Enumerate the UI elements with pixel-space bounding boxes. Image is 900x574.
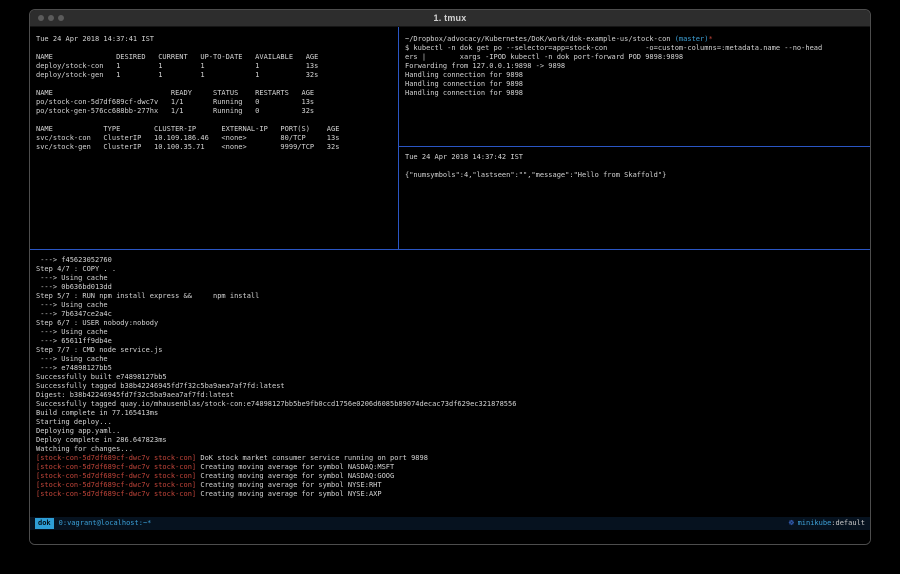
session-name-badge: dok — [35, 518, 54, 529]
terminal-line: [stock-con-5d7df689cf-dwc7v stock-con] D… — [36, 454, 870, 463]
tmux-terminal: Tue 24 Apr 2018 14:37:41 IST NAME DESIRE… — [30, 27, 870, 544]
terminal-line: Tue 24 Apr 2018 14:37:42 IST — [405, 153, 870, 162]
terminal-line: Starting deploy... — [36, 418, 870, 427]
terminal-line: Deploy complete in 286.647823ms — [36, 436, 870, 445]
close-button[interactable] — [38, 15, 44, 21]
terminal-line: [stock-con-5d7df689cf-dwc7v stock-con] C… — [36, 490, 870, 499]
top-pane-row: Tue 24 Apr 2018 14:37:41 IST NAME DESIRE… — [30, 27, 870, 249]
terminal-text: Creating moving average for symbol NYSE:… — [196, 490, 381, 498]
terminal-line: $ kubectl -n dok get po --selector=app=s… — [405, 44, 870, 53]
terminal-line: ---> 0b636bd013dd — [36, 283, 870, 292]
terminal-line — [36, 44, 398, 53]
terminal-line: svc/stock-con ClusterIP 10.109.186.46 <n… — [36, 134, 398, 143]
zoom-button[interactable] — [58, 15, 64, 21]
window-controls — [38, 10, 64, 26]
terminal-line: Forwarding from 127.0.0.1:9898 -> 9898 — [405, 62, 870, 71]
window-title: 1. tmux — [434, 13, 467, 23]
terminal-line: Successfully tagged quay.io/mhausenblas/… — [36, 400, 870, 409]
pane-build-log[interactable]: ---> f45623052760Step 4/7 : COPY . . ---… — [30, 250, 870, 517]
terminal-window: 1. tmux Tue 24 Apr 2018 14:37:41 IST NAM… — [29, 9, 871, 545]
terminal-line: Handling connection for 9898 — [405, 80, 870, 89]
pod-log-prefix: [stock-con-5d7df689cf-dwc7v stock-con] — [36, 481, 196, 489]
terminal-line: [stock-con-5d7df689cf-dwc7v stock-con] C… — [36, 481, 870, 490]
terminal-line: {"numsymbols":4,"lastseen":"","message":… — [405, 171, 870, 180]
terminal-line: ---> 65611ff9db4e — [36, 337, 870, 346]
terminal-line: ~/Dropbox/advocacy/Kubernetes/DoK/work/d… — [405, 35, 870, 44]
pod-log-prefix: [stock-con-5d7df689cf-dwc7v stock-con] — [36, 454, 196, 462]
terminal-line: deploy/stock-gen 1 1 1 1 32s — [36, 71, 398, 80]
terminal-line: ---> Using cache — [36, 328, 870, 337]
status-bar-gap — [30, 530, 870, 544]
terminal-line: po/stock-con-5d7df689cf-dwc7v 1/1 Runnin… — [36, 98, 398, 107]
window-tab-label[interactable]: 0:vagrant@localhost:~* — [59, 517, 152, 530]
titlebar[interactable]: 1. tmux — [30, 10, 870, 27]
terminal-line: po/stock-gen-576cc688bb-277hx 1/1 Runnin… — [36, 107, 398, 116]
pane-skaffold-output[interactable]: Tue 24 Apr 2018 14:37:42 IST {"numsymbol… — [399, 147, 870, 249]
terminal-line: Tue 24 Apr 2018 14:37:41 IST — [36, 35, 398, 44]
pod-log-prefix: [stock-con-5d7df689cf-dwc7v stock-con] — [36, 490, 196, 498]
terminal-line: NAME TYPE CLUSTER-IP EXTERNAL-IP PORT(S)… — [36, 125, 398, 134]
terminal-line: NAME DESIRED CURRENT UP-TO-DATE AVAILABL… — [36, 53, 398, 62]
terminal-line: ---> Using cache — [36, 355, 870, 364]
terminal-line — [36, 80, 398, 89]
terminal-line: ---> f45623052760 — [36, 256, 870, 265]
terminal-line: Deploying app.yaml.. — [36, 427, 870, 436]
pod-log-prefix: [stock-con-5d7df689cf-dwc7v stock-con] — [36, 472, 196, 480]
terminal-line: deploy/stock-con 1 1 1 1 13s — [36, 62, 398, 71]
terminal-line: Handling connection for 9898 — [405, 89, 870, 98]
tmux-status-bar: dok 0:vagrant@localhost:~* ☸ minikube :d… — [30, 517, 870, 530]
desktop: 1. tmux Tue 24 Apr 2018 14:37:41 IST NAM… — [0, 0, 900, 574]
terminal-text: DoK stock market consumer service runnin… — [196, 454, 428, 462]
terminal-line: Successfully built e74898127bb5 — [36, 373, 870, 382]
minimize-button[interactable] — [48, 15, 54, 21]
terminal-line: Step 7/7 : CMD node service.js — [36, 346, 870, 355]
terminal-text: Creating moving average for symbol NASDA… — [196, 463, 394, 471]
terminal-text: Creating moving average for symbol NASDA… — [196, 472, 394, 480]
terminal-line: ers | xargs -IPOD kubectl -n dok port-fo… — [405, 53, 870, 62]
terminal-line: Handling connection for 9898 — [405, 71, 870, 80]
terminal-text: ~/Dropbox/advocacy/Kubernetes/DoK/work/d… — [405, 35, 675, 43]
git-branch: (master) — [675, 35, 709, 43]
pane-kubectl-status[interactable]: Tue 24 Apr 2018 14:37:41 IST NAME DESIRE… — [30, 27, 398, 249]
terminal-line: ---> Using cache — [36, 274, 870, 283]
terminal-line — [405, 162, 870, 171]
terminal-text: Creating moving average for symbol NYSE:… — [196, 481, 381, 489]
kubernetes-icon: ☸ — [788, 517, 794, 530]
terminal-line: ---> Using cache — [36, 301, 870, 310]
terminal-line: Build complete in 77.165413ms — [36, 409, 870, 418]
terminal-line: [stock-con-5d7df689cf-dwc7v stock-con] C… — [36, 472, 870, 481]
terminal-line: ---> e74898127bb5 — [36, 364, 870, 373]
git-dirty-flag: * — [708, 35, 712, 43]
terminal-line: ---> 7b6347ce2a4c — [36, 310, 870, 319]
terminal-line: NAME READY STATUS RESTARTS AGE — [36, 89, 398, 98]
terminal-line: Digest: b38b42246945fd7f32c5ba9aea7af7fd… — [36, 391, 870, 400]
terminal-line: Step 5/7 : RUN npm install express && np… — [36, 292, 870, 301]
terminal-line — [36, 116, 398, 125]
pod-log-prefix: [stock-con-5d7df689cf-dwc7v stock-con] — [36, 463, 196, 471]
terminal-line: Step 4/7 : COPY . . — [36, 265, 870, 274]
right-pane-column: ~/Dropbox/advocacy/Kubernetes/DoK/work/d… — [399, 27, 870, 249]
terminal-line: [stock-con-5d7df689cf-dwc7v stock-con] C… — [36, 463, 870, 472]
terminal-line: Watching for changes... — [36, 445, 870, 454]
terminal-line: Step 6/7 : USER nobody:nobody — [36, 319, 870, 328]
kube-context-label: minikube — [798, 517, 832, 530]
terminal-line: svc/stock-gen ClusterIP 10.100.35.71 <no… — [36, 143, 398, 152]
terminal-line: Successfully tagged b38b42246945fd7f32c5… — [36, 382, 870, 391]
kube-namespace-label: :default — [831, 517, 865, 530]
pane-port-forward[interactable]: ~/Dropbox/advocacy/Kubernetes/DoK/work/d… — [399, 27, 870, 146]
